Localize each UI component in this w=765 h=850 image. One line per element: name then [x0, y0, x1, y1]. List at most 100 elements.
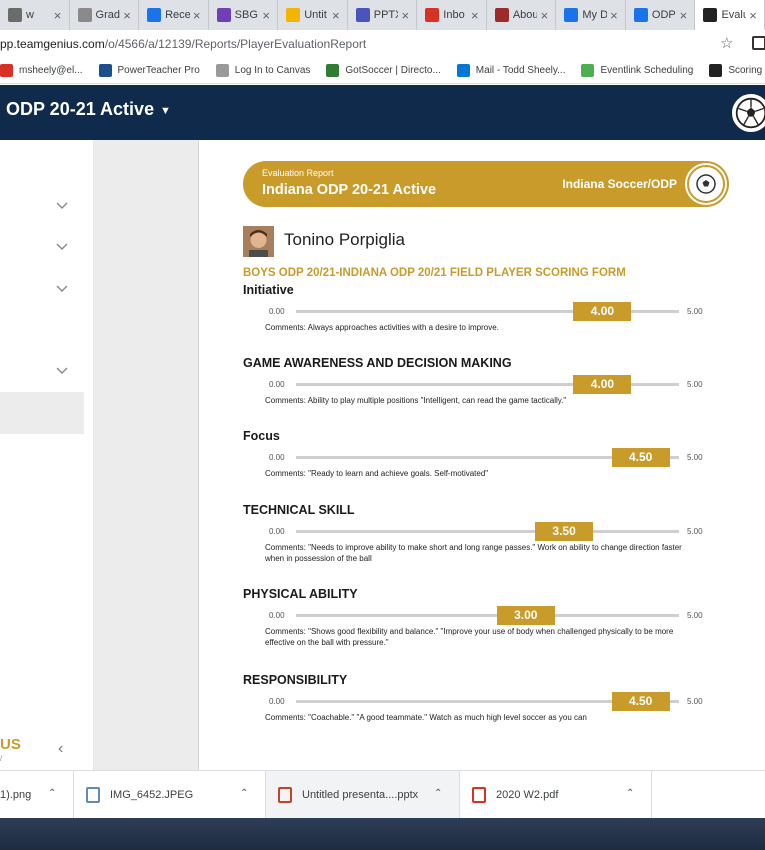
browser-tab[interactable]: Grad × — [70, 0, 140, 30]
tab-favicon-icon — [77, 8, 92, 22]
download-filename: 1).png — [0, 789, 32, 801]
criterion-name: Initiative — [243, 283, 294, 297]
tab-title: ODP — [651, 9, 676, 21]
score-scale: 0.00 4.00 5.00 — [243, 297, 723, 325]
tab-title: Inbo — [443, 9, 465, 21]
browser-tab[interactable]: w × — [0, 0, 70, 30]
scale-min-label: 0.00 — [269, 527, 285, 536]
bookmark-favicon-icon — [326, 64, 340, 77]
tab-favicon-icon — [216, 8, 231, 22]
score-marker: 4.00 — [573, 375, 632, 394]
caret-down-icon[interactable]: ▼ — [160, 105, 171, 117]
bookmark-star-icon[interactable]: ☆ — [720, 34, 733, 52]
browser-tab[interactable]: Untit × — [278, 0, 348, 30]
bookmark-item[interactable]: Scoring Forms - T — [709, 64, 765, 77]
chevron-up-icon[interactable]: ⌃ — [626, 788, 634, 799]
browser-tab[interactable]: Rece × — [139, 0, 209, 30]
bookmark-label: PowerTeacher Pro — [117, 65, 200, 76]
sidebar-logo-mark: / — [0, 754, 3, 763]
tab-title: PPTX — [373, 9, 399, 21]
banner-subtitle: Evaluation Report — [262, 168, 334, 178]
bookmark-item[interactable]: Eventlink Scheduling — [581, 64, 693, 77]
bookmarks-bar: msheely@el... PowerTeacher Pro Log In to C… — [0, 58, 765, 84]
score-track — [296, 614, 679, 617]
tab-title: Rece — [165, 9, 190, 21]
criterion-block: Focus 0.00 4.50 5.00 Comments: "Ready to lea… — [243, 429, 723, 479]
chevron-down-icon[interactable] — [55, 199, 69, 213]
browser-tab[interactable]: Inbo × — [417, 0, 487, 30]
bookmark-item[interactable]: Log In to Canvas — [215, 64, 310, 77]
download-item[interactable]: 2020 W2.pdf ⌃ — [460, 771, 652, 819]
player-name: Tonino Porpiglia — [284, 230, 405, 249]
bookmark-favicon-icon — [581, 64, 595, 77]
criterion-block: GAME AWARENESS AND DECISION MAKING 0.00 4.… — [243, 356, 723, 406]
bookmark-item[interactable]: PowerTeacher Pro — [98, 64, 200, 77]
download-filename: IMG_6452.JPEG — [110, 789, 194, 801]
chevron-up-icon[interactable]: ⌃ — [434, 788, 442, 799]
close-icon[interactable]: × — [190, 8, 204, 23]
url-text[interactable]: pp.teamgenius.com/o/4566/a/12139/Reports… — [0, 37, 366, 51]
scale-max-label: 5.00 — [687, 380, 703, 389]
scale-max-label: 5.00 — [687, 611, 703, 620]
tab-favicon-icon — [494, 8, 509, 22]
close-icon[interactable]: × — [51, 8, 65, 23]
os-taskbar — [0, 818, 765, 850]
chevron-up-icon[interactable]: ⌃ — [240, 788, 248, 799]
chevron-down-icon[interactable] — [55, 282, 69, 296]
extension-icon[interactable] — [752, 36, 765, 50]
bookmark-item[interactable]: GotSoccer | Directo... — [326, 64, 441, 77]
browser-tab[interactable]: Abou × — [487, 0, 557, 30]
collapse-sidebar-icon[interactable]: ‹ — [58, 740, 63, 758]
scale-max-label: 5.00 — [687, 697, 703, 706]
tab-favicon-icon — [147, 8, 162, 22]
close-icon[interactable]: × — [607, 8, 621, 23]
score-marker: 4.50 — [611, 692, 670, 711]
address-bar[interactable]: pp.teamgenius.com/o/4566/a/12139/Reports… — [0, 30, 765, 58]
bookmark-label: GotSoccer | Directo... — [345, 65, 441, 76]
close-icon[interactable]: × — [537, 8, 551, 23]
scale-max-label: 5.00 — [687, 527, 703, 536]
criterion-name: GAME AWARENESS AND DECISION MAKING — [243, 356, 512, 370]
bookmark-favicon-icon — [709, 64, 723, 77]
close-icon[interactable]: × — [329, 8, 343, 23]
close-icon[interactable]: × — [746, 8, 760, 23]
close-icon[interactable]: × — [398, 8, 412, 23]
chevron-up-icon[interactable]: ⌃ — [48, 788, 56, 799]
download-filename: Untitled presenta....pptx — [302, 789, 419, 801]
bookmark-item[interactable]: Mail - Todd Sheely... — [456, 64, 565, 77]
download-item[interactable]: IMG_6452.JPEG ⌃ — [74, 771, 266, 819]
tab-favicon-icon — [8, 8, 22, 22]
download-item[interactable]: 1).png ⌃ — [0, 771, 74, 819]
chevron-down-icon[interactable] — [55, 240, 69, 254]
browser-tab[interactable]: SBG × — [209, 0, 279, 30]
browser-tab[interactable]: Evalu× — [695, 0, 765, 30]
scale-min-label: 0.00 — [269, 453, 285, 462]
chevron-down-icon[interactable] — [55, 364, 69, 378]
tab-title: Grad — [95, 9, 121, 21]
close-icon[interactable]: × — [468, 8, 482, 23]
score-marker: 4.00 — [573, 302, 632, 321]
report-banner: Evaluation Report Indiana ODP 20-21 Acti… — [243, 161, 729, 207]
browser-tab[interactable]: My D × — [556, 0, 626, 30]
scale-max-label: 5.00 — [687, 453, 703, 462]
score-marker: 3.00 — [496, 606, 555, 625]
close-icon[interactable]: × — [259, 8, 273, 23]
evaluation-report: Evaluation Report Indiana ODP 20-21 Acti… — [200, 140, 765, 770]
close-icon[interactable]: × — [120, 8, 134, 23]
tab-favicon-icon — [633, 8, 648, 22]
download-filename: 2020 W2.pdf — [496, 789, 559, 801]
bookmark-item[interactable]: msheely@el... — [0, 64, 83, 77]
tab-title: My D — [582, 9, 607, 21]
browser-tab[interactable]: PPTX× — [348, 0, 418, 30]
close-icon[interactable]: × — [676, 8, 690, 23]
tab-favicon-icon — [425, 8, 440, 22]
download-item[interactable]: Untitled presenta....pptx ⌃ — [266, 771, 460, 819]
sidebar-item-active[interactable] — [0, 392, 84, 434]
browser-tab[interactable]: ODP × — [626, 0, 696, 30]
tab-title: Abou — [512, 9, 538, 21]
score-scale: 0.00 4.50 5.00 — [243, 687, 723, 715]
banner-title: Indiana ODP 20-21 Active — [262, 182, 437, 198]
soccer-ball-logo-icon[interactable] — [732, 94, 765, 132]
app-title[interactable]: ODP 20-21 Active — [6, 99, 154, 120]
scale-min-label: 0.00 — [269, 307, 285, 316]
